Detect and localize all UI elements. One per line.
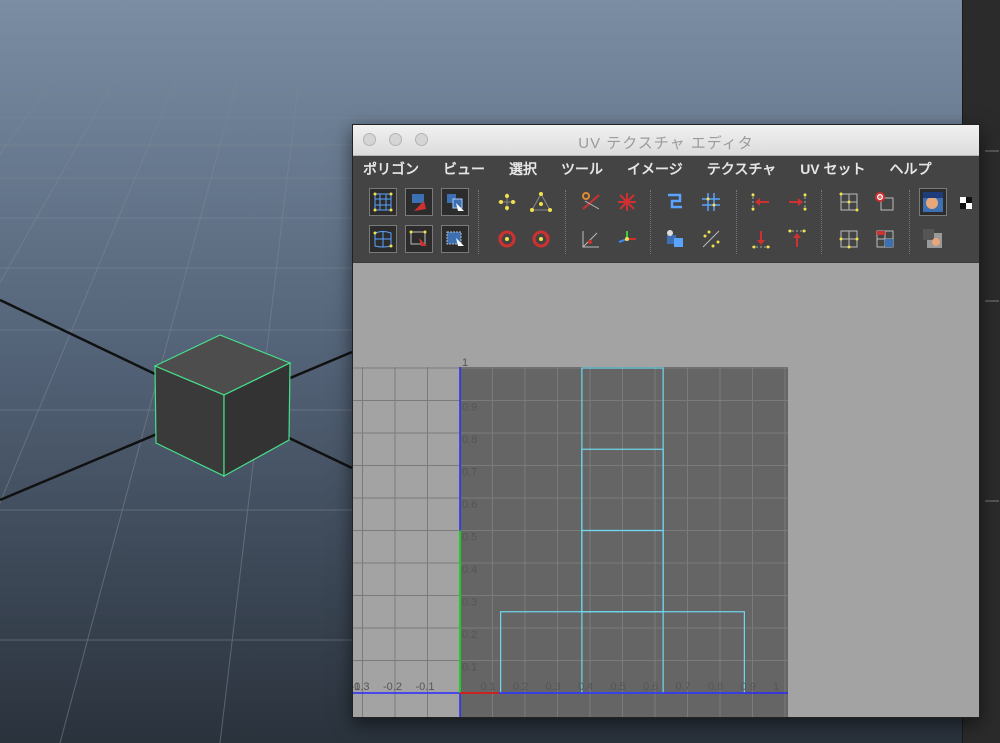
straighten-uv-icon[interactable] xyxy=(577,225,605,253)
align-u-min-icon[interactable] xyxy=(747,188,775,216)
window-titlebar[interactable]: UV テクスチャ エディタ xyxy=(353,125,979,156)
v-tick-label: 0.8 xyxy=(462,434,477,446)
move-uv-manipulator-icon[interactable] xyxy=(613,225,641,253)
display-image-icon[interactable] xyxy=(919,188,947,216)
v-tick-label: 0.6 xyxy=(462,499,477,511)
cut-uv-edges-icon[interactable] xyxy=(577,188,605,216)
menu-bar: ポリゴン ビュー 選択 ツール イメージ テクスチャ UV セット ヘルプ xyxy=(353,156,979,182)
menu-image[interactable]: イメージ xyxy=(615,159,695,179)
u-tick-label: 1 xyxy=(773,681,779,693)
menu-texture[interactable]: テクスチャ xyxy=(695,159,788,179)
checker-icon[interactable] xyxy=(951,188,979,216)
snap-uv-icon[interactable] xyxy=(661,188,689,216)
align-v-max-icon[interactable] xyxy=(783,225,811,253)
u-tick-label: 0.1 xyxy=(481,681,496,693)
v-tick-label: 0.4 xyxy=(462,564,477,576)
uv-work-area[interactable]: 10.90.80.70.60.50.40.30.20.1-0.3-0.2-0.1… xyxy=(353,263,979,717)
menu-tool[interactable]: ツール xyxy=(549,159,615,179)
paste-uv-icon[interactable] xyxy=(871,225,899,253)
flip-v-icon[interactable] xyxy=(527,188,555,216)
u-tick-label: 0.9 xyxy=(741,681,756,693)
rotate-uv-ccw-icon[interactable] xyxy=(493,225,521,253)
u-tick-label: 0.2 xyxy=(513,681,528,693)
layout-uv-icon[interactable] xyxy=(835,188,863,216)
v-tick-label: 0.3 xyxy=(462,597,477,609)
uv-texture-editor-window: UV テクスチャ エディタ ポリゴン ビュー 選択 ツール イメージ テクスチャ… xyxy=(352,124,980,718)
uv-lattice-icon[interactable] xyxy=(369,188,397,216)
v-tick-label: 1 xyxy=(462,357,468,369)
relax-uv-icon[interactable] xyxy=(661,225,689,253)
u-tick-label: -0.2 xyxy=(383,681,402,693)
uv-zero-one-square xyxy=(460,367,788,717)
v-tick-label: 0.7 xyxy=(462,467,477,479)
menu-polygon[interactable]: ポリゴン xyxy=(353,159,431,179)
align-u-max-icon[interactable] xyxy=(783,188,811,216)
window-title: UV テクスチャ エディタ xyxy=(578,135,754,152)
v-tick-label: 0.1 xyxy=(462,662,477,674)
grid-uv-icon[interactable] xyxy=(697,188,725,216)
u-tick-label: 0.6 xyxy=(643,681,658,693)
menu-help[interactable]: ヘルプ xyxy=(878,159,944,179)
smooth-uv-icon[interactable] xyxy=(369,225,397,253)
v-tick-label: 0.9 xyxy=(462,402,477,414)
align-v-min-icon[interactable] xyxy=(747,225,775,253)
u-tick-label: 0.3 xyxy=(546,681,561,693)
u-tick-label: 0.7 xyxy=(676,681,691,693)
copy-uv-icon[interactable] xyxy=(871,188,899,216)
normalize-uv-icon[interactable] xyxy=(835,225,863,253)
flip-u-icon[interactable] xyxy=(493,188,521,216)
menu-uv-set[interactable]: UV セット xyxy=(788,159,877,179)
u-tick-label: -0.1 xyxy=(416,681,435,693)
rotate-uv-cw-icon[interactable] xyxy=(527,225,555,253)
move-uv-shell-icon[interactable] xyxy=(405,188,433,216)
select-uv-icon[interactable] xyxy=(405,225,433,253)
v-tick-label: 0.5 xyxy=(462,532,477,544)
u-tick-label-left-edge: 1 xyxy=(354,681,360,693)
move-component-icon[interactable] xyxy=(441,188,469,216)
menu-select[interactable]: 選択 xyxy=(497,159,549,179)
u-tick-label: 0.8 xyxy=(708,681,723,693)
select-shell-icon[interactable] xyxy=(441,225,469,253)
u-tick-label: 0.5 xyxy=(611,681,626,693)
unfold-uv-icon[interactable] xyxy=(613,188,641,216)
uv-negative-region xyxy=(353,367,460,717)
stitch-uv-icon[interactable] xyxy=(697,225,725,253)
v-tick-label: 0.2 xyxy=(462,629,477,641)
menu-view[interactable]: ビュー xyxy=(431,159,497,179)
uv-grid-canvas[interactable]: 10.90.80.70.60.50.40.30.20.1-0.3-0.2-0.1… xyxy=(353,263,979,717)
u-tick-label: 0.4 xyxy=(578,681,593,693)
uv-toolbar xyxy=(353,182,979,263)
image-ratio-icon[interactable] xyxy=(919,225,947,253)
